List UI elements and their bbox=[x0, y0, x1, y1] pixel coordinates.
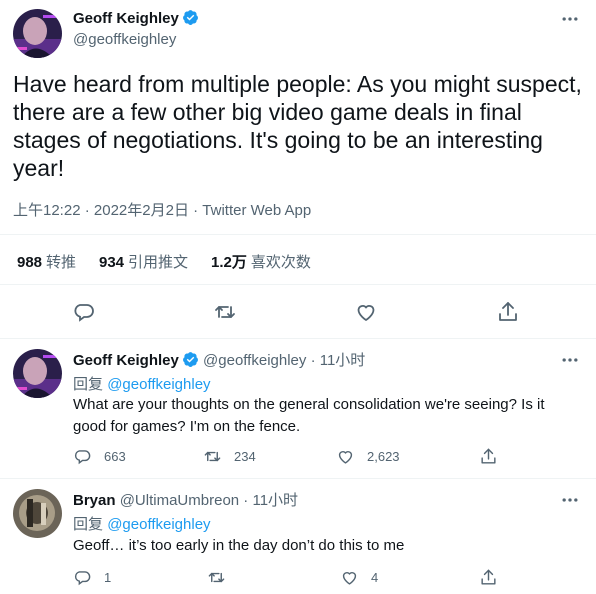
retweets-label: 转推 bbox=[46, 254, 77, 271]
reply-count: 1 bbox=[104, 569, 112, 585]
tweet-timestamp[interactable]: 上午12:22 · 2022年2月2日 · Twitter Web App bbox=[13, 199, 311, 220]
more-dots-icon[interactable] bbox=[560, 9, 580, 29]
reply-actions: 1 4 bbox=[73, 567, 593, 587]
separator-dot: · bbox=[310, 352, 316, 369]
share-upload-icon bbox=[481, 448, 496, 464]
like-count: 2,623 bbox=[367, 448, 400, 464]
heart-icon bbox=[342, 571, 357, 585]
replying-to: 回复 @geoffkeighley bbox=[73, 513, 211, 534]
likes-label: 喜欢次数 bbox=[250, 254, 311, 271]
reply-author-handle[interactable]: @geoffkeighley bbox=[203, 352, 306, 369]
likes-count: 1.2万 bbox=[211, 254, 247, 271]
replying-to-link[interactable]: @geoffkeighley bbox=[107, 376, 210, 393]
reply-count: 663 bbox=[104, 448, 126, 464]
author-handle[interactable]: @geoffkeighley bbox=[73, 31, 176, 48]
retweet-arrows-icon[interactable] bbox=[213, 300, 237, 324]
heart-icon[interactable] bbox=[354, 300, 378, 324]
separator-dot: · bbox=[243, 492, 249, 509]
separator-dot: · bbox=[84, 202, 90, 219]
reply-tweet[interactable]: Geoff Keighley @geoffkeighley · 11小时 回复 … bbox=[0, 339, 596, 479]
retweet-button[interactable]: 234 bbox=[203, 446, 256, 466]
reply-button[interactable]: 663 bbox=[73, 446, 126, 466]
tweet-stats: 988 转推 934 引用推文 1.2万 喜欢次数 bbox=[0, 234, 596, 285]
verified-badge-icon bbox=[182, 9, 199, 26]
retweet-arrows-icon bbox=[208, 572, 225, 582]
share-button[interactable] bbox=[479, 567, 510, 587]
retweet-count: 234 bbox=[234, 448, 256, 464]
reply-bubble-icon bbox=[74, 570, 91, 585]
reply-author-handle[interactable]: @UltimaUmbreon bbox=[120, 492, 239, 509]
reply-avatar[interactable] bbox=[13, 489, 62, 538]
reply-header: Geoff Keighley @geoffkeighley · 11小时 bbox=[73, 349, 365, 370]
retweet-button[interactable] bbox=[207, 567, 238, 587]
verified-badge-icon bbox=[182, 351, 199, 368]
reply-header: Bryan @UltimaUmbreon · 11小时 bbox=[73, 489, 298, 510]
more-dots-icon[interactable] bbox=[560, 350, 580, 370]
reply-button[interactable]: 1 bbox=[73, 567, 111, 587]
tweet-text: Have heard from multiple people: As you … bbox=[13, 71, 582, 181]
separator-dot: · bbox=[193, 202, 199, 219]
reply-tweet[interactable]: Bryan @UltimaUmbreon · 11小时 回复 @geoffkei… bbox=[0, 479, 596, 594]
reply-time[interactable]: 11小时 bbox=[252, 492, 298, 509]
quotes-stat[interactable]: 934 引用推文 bbox=[99, 251, 188, 272]
main-tweet: Geoff Keighley @geoffkeighley Have heard… bbox=[0, 0, 596, 339]
replying-to: 回复 @geoffkeighley bbox=[73, 373, 211, 394]
reply-text: What are your thoughts on the general co… bbox=[73, 396, 545, 435]
reply-text: Geoff… it’s too early in the day don’t d… bbox=[73, 537, 405, 554]
author-name[interactable]: Geoff Keighley bbox=[73, 10, 179, 27]
tweet-date[interactable]: 2022年2月2日 bbox=[94, 202, 189, 219]
reply-bubble-icon[interactable] bbox=[72, 300, 96, 324]
like-button[interactable]: 4 bbox=[340, 567, 378, 587]
reply-bubble-icon bbox=[74, 449, 91, 464]
retweet-arrows-icon bbox=[204, 451, 221, 461]
reply-actions: 663 234 2,623 bbox=[73, 446, 593, 466]
more-dots-icon[interactable] bbox=[560, 490, 580, 510]
replying-prefix: 回复 bbox=[73, 376, 104, 393]
reply-avatar[interactable] bbox=[13, 349, 62, 398]
reply-author-name[interactable]: Geoff Keighley bbox=[73, 352, 179, 369]
like-count: 4 bbox=[371, 569, 379, 585]
share-upload-icon[interactable] bbox=[496, 300, 520, 324]
heart-icon bbox=[338, 450, 353, 464]
reply-time[interactable]: 11小时 bbox=[320, 352, 366, 369]
quotes-label: 引用推文 bbox=[128, 254, 189, 271]
retweets-count: 988 bbox=[17, 254, 43, 271]
share-button[interactable] bbox=[479, 446, 510, 466]
share-upload-icon bbox=[481, 569, 496, 585]
retweets-stat[interactable]: 988 转推 bbox=[17, 251, 76, 272]
author-avatar[interactable] bbox=[13, 9, 62, 58]
tweet-time[interactable]: 上午12:22 bbox=[13, 202, 81, 219]
tweet-actions bbox=[0, 300, 596, 324]
like-button[interactable]: 2,623 bbox=[336, 446, 400, 466]
quotes-count: 934 bbox=[99, 254, 125, 271]
replying-to-link[interactable]: @geoffkeighley bbox=[107, 516, 210, 533]
reply-author-name[interactable]: Bryan bbox=[73, 492, 116, 509]
replying-prefix: 回复 bbox=[73, 516, 104, 533]
likes-stat[interactable]: 1.2万 喜欢次数 bbox=[211, 251, 311, 272]
tweet-source[interactable]: Twitter Web App bbox=[202, 202, 311, 219]
